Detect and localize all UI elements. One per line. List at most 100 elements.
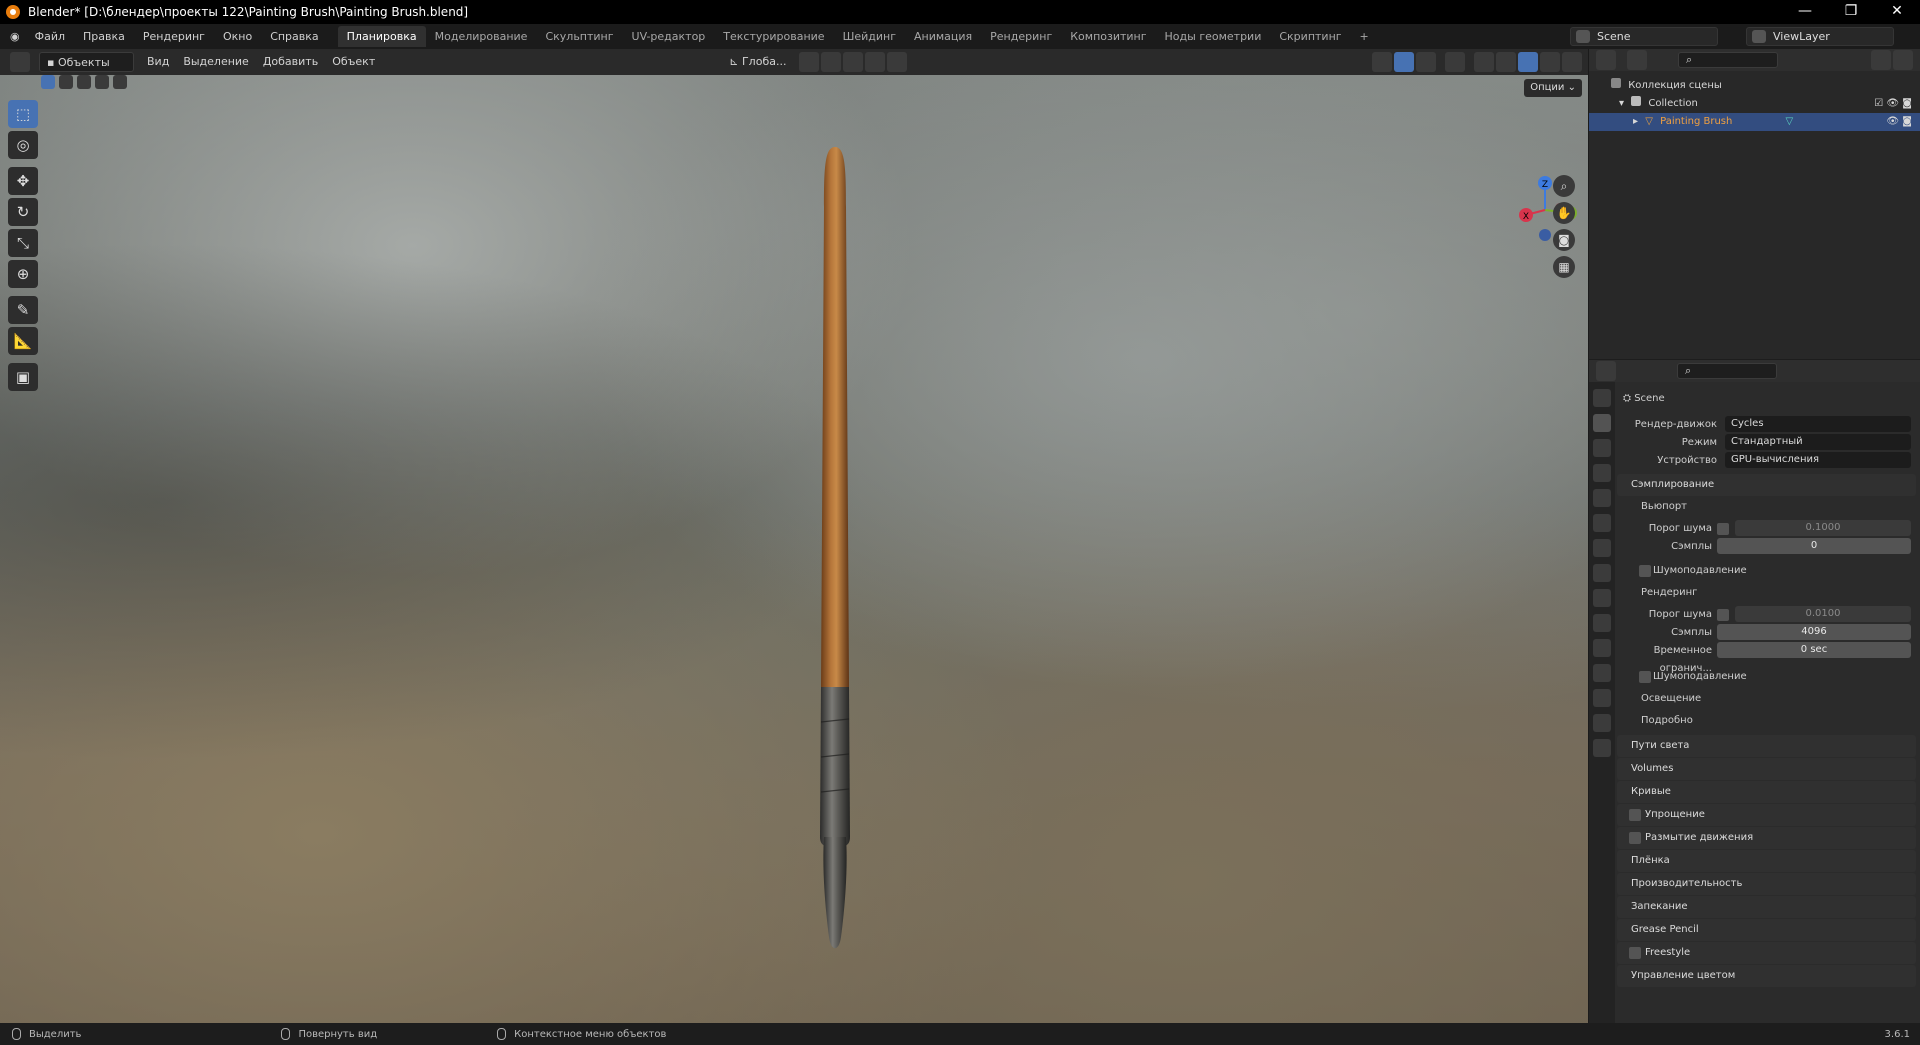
render-engine-dropdown[interactable]: Cycles bbox=[1725, 416, 1911, 432]
properties-editor-icon[interactable] bbox=[1596, 361, 1616, 381]
add-cube-tool[interactable]: ▣ bbox=[8, 363, 38, 391]
proportional-edit-icon[interactable] bbox=[865, 52, 886, 72]
data-tab-icon[interactable] bbox=[1593, 689, 1611, 707]
panel-volumes[interactable]: Volumes bbox=[1617, 758, 1916, 780]
annotate-tool[interactable]: ✎ bbox=[8, 296, 38, 324]
menu-object[interactable]: Объект bbox=[325, 52, 382, 72]
panel-bake[interactable]: Запекание bbox=[1617, 896, 1916, 918]
maximize-button[interactable]: ❐ bbox=[1828, 0, 1874, 24]
menu-help[interactable]: Справка bbox=[261, 30, 327, 43]
transform-orientation[interactable]: ⊾ Глоба... bbox=[722, 52, 793, 72]
scale-tool[interactable]: ⤡ bbox=[8, 229, 38, 257]
device-dropdown[interactable]: GPU-вычисления bbox=[1725, 452, 1911, 468]
r-noise-field[interactable]: 0.0100 bbox=[1735, 606, 1911, 622]
camera-view-icon[interactable]: ◙ bbox=[1553, 229, 1575, 251]
viewport-subpanel[interactable]: Вьюпорт bbox=[1617, 498, 1916, 516]
freestyle-checkbox[interactable] bbox=[1629, 947, 1641, 959]
mode-selector[interactable]: ▪ Объекты bbox=[39, 52, 134, 72]
pivot-icon[interactable] bbox=[799, 52, 820, 72]
tab-modeling[interactable]: Моделирование bbox=[426, 26, 537, 47]
outliner-object-painting-brush[interactable]: ▸ ▽ Painting Brush ▽ 👁 ◙ bbox=[1589, 113, 1920, 131]
r-denoise-subpanel[interactable]: Шумоподавление bbox=[1617, 668, 1916, 686]
3d-viewport[interactable]: Опции ⌄ ⬚ ◎ ✥ ↻ ⤡ ⊕ ✎ 📐 ▣ Z Y X ⌕ ✋ ◙ ▦ bbox=[0, 75, 1588, 1023]
panel-film[interactable]: Плёнка bbox=[1617, 850, 1916, 872]
select-subtract-icon[interactable] bbox=[77, 75, 91, 89]
menu-edit[interactable]: Правка bbox=[74, 30, 134, 43]
wireframe-shading-icon[interactable] bbox=[1474, 52, 1494, 72]
painting-brush-model[interactable] bbox=[815, 147, 855, 977]
collection-tab-icon[interactable] bbox=[1593, 539, 1611, 557]
render-tab-icon[interactable] bbox=[1593, 414, 1611, 432]
menu-add[interactable]: Добавить bbox=[256, 52, 325, 72]
vp-noise-field[interactable]: 0.1000 bbox=[1735, 520, 1911, 536]
panel-color-management[interactable]: Управление цветом bbox=[1617, 965, 1916, 987]
options-dropdown[interactable]: Опции ⌄ bbox=[1524, 79, 1582, 97]
panel-simplify[interactable]: Упрощение bbox=[1617, 804, 1916, 826]
tab-geometry-nodes[interactable]: Ноды геометрии bbox=[1156, 26, 1271, 47]
output-tab-icon[interactable] bbox=[1593, 439, 1611, 457]
scene-tab-icon[interactable] bbox=[1593, 489, 1611, 507]
select-box-tool[interactable]: ⬚ bbox=[8, 100, 38, 128]
particles-tab-icon[interactable] bbox=[1593, 614, 1611, 632]
new-collection-icon[interactable] bbox=[1893, 50, 1913, 70]
close-button[interactable]: ✕ bbox=[1874, 0, 1920, 24]
snap-icon[interactable] bbox=[821, 52, 842, 72]
texture-tab-icon[interactable] bbox=[1593, 739, 1611, 757]
lights-subpanel[interactable]: Освещение bbox=[1617, 690, 1916, 708]
panel-grease-pencil[interactable]: Grease Pencil bbox=[1617, 919, 1916, 941]
sampling-panel-header[interactable]: Сэмплирование bbox=[1617, 474, 1916, 496]
measure-tool[interactable]: 📐 bbox=[8, 327, 38, 355]
view-layer-selector[interactable]: ViewLayer bbox=[1746, 27, 1894, 46]
move-tool[interactable]: ✥ bbox=[8, 167, 38, 195]
motion-blur-checkbox[interactable] bbox=[1629, 832, 1641, 844]
panel-curves[interactable]: Кривые bbox=[1617, 781, 1916, 803]
outliner-collection[interactable]: ▾ Collection ☑ 👁 ◙ bbox=[1589, 95, 1920, 113]
tab-shading[interactable]: Шейдинг bbox=[834, 26, 905, 47]
tab-texture-paint[interactable]: Текстурирование bbox=[714, 26, 833, 47]
select-invert-icon[interactable] bbox=[95, 75, 109, 89]
display-mode-icon[interactable] bbox=[1627, 50, 1647, 70]
tab-uv-editing[interactable]: UV-редактор bbox=[623, 26, 715, 47]
solid-shading-icon[interactable] bbox=[1496, 52, 1516, 72]
object-visibility-icons[interactable]: 👁 ◙ bbox=[1886, 113, 1912, 131]
render-subpanel[interactable]: Рендеринг bbox=[1617, 584, 1916, 602]
menu-view[interactable]: Вид bbox=[140, 52, 176, 72]
tab-compositing[interactable]: Композитинг bbox=[1061, 26, 1155, 47]
outliner-scene-collection[interactable]: Коллекция сцены bbox=[1589, 77, 1920, 95]
panel-motion-blur[interactable]: Размытие движения bbox=[1617, 827, 1916, 849]
add-workspace-button[interactable]: + bbox=[1351, 26, 1378, 47]
overlays-icon[interactable] bbox=[1416, 52, 1436, 72]
blender-menu-icon[interactable]: ◉ bbox=[0, 30, 26, 43]
physics-tab-icon[interactable] bbox=[1593, 639, 1611, 657]
filter-icon[interactable] bbox=[1871, 50, 1891, 70]
panel-light-paths[interactable]: Пути света bbox=[1617, 735, 1916, 757]
pan-hand-icon[interactable]: ✋ bbox=[1553, 202, 1575, 224]
tab-sculpting[interactable]: Скульптинг bbox=[536, 26, 622, 47]
rendered-shading-icon[interactable] bbox=[1540, 52, 1560, 72]
scene-selector[interactable]: Scene bbox=[1570, 27, 1718, 46]
r-denoise-checkbox[interactable] bbox=[1639, 671, 1651, 683]
advanced-subpanel[interactable]: Подробно bbox=[1617, 712, 1916, 730]
r-samples-field[interactable]: 4096 bbox=[1717, 624, 1911, 640]
select-extend-icon[interactable] bbox=[59, 75, 73, 89]
menu-window[interactable]: Окно bbox=[214, 30, 261, 43]
snap-target-icon[interactable] bbox=[843, 52, 864, 72]
editor-type-icon[interactable] bbox=[10, 52, 30, 72]
select-intersect-icon[interactable] bbox=[113, 75, 127, 89]
falloff-icon[interactable] bbox=[887, 52, 908, 72]
tab-layout[interactable]: Планировка bbox=[337, 26, 426, 47]
vp-samples-field[interactable]: 0 bbox=[1717, 538, 1911, 554]
simplify-checkbox[interactable] bbox=[1629, 809, 1641, 821]
tab-animation[interactable]: Анимация bbox=[905, 26, 981, 47]
gizmo-toggle-icon[interactable] bbox=[1394, 52, 1414, 72]
cursor-tool[interactable]: ◎ bbox=[8, 131, 38, 159]
minimize-button[interactable]: — bbox=[1782, 0, 1828, 24]
material-preview-icon[interactable] bbox=[1518, 52, 1538, 72]
tab-rendering[interactable]: Рендеринг bbox=[981, 26, 1061, 47]
shading-options-icon[interactable] bbox=[1562, 52, 1582, 72]
xray-icon[interactable] bbox=[1445, 52, 1465, 72]
expand-arrow-icon[interactable]: ▸ bbox=[1633, 116, 1638, 127]
grid-ortho-icon[interactable]: ▦ bbox=[1553, 256, 1575, 278]
feature-set-dropdown[interactable]: Стандартный bbox=[1725, 434, 1911, 450]
vp-denoise-checkbox[interactable] bbox=[1639, 565, 1651, 577]
